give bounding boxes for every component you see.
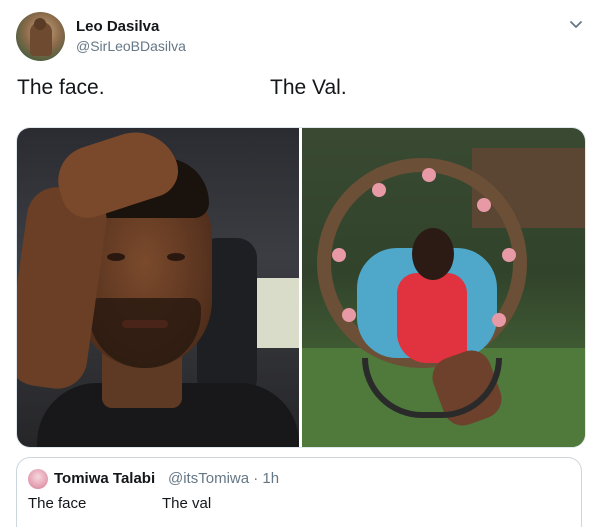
quoted-author-avatar[interactable] [28, 469, 48, 489]
dress [397, 273, 467, 363]
quoted-text-part2: The val [162, 495, 212, 512]
chevron-down-icon[interactable] [567, 16, 585, 34]
avatar-head [34, 18, 46, 30]
photo-right[interactable] [302, 128, 585, 447]
photo-left[interactable] [17, 128, 299, 447]
tweet-text-part1: The face. [17, 76, 105, 99]
flower [492, 313, 506, 327]
author-handle[interactable]: @SirLeoBDasilva [76, 38, 186, 54]
flower [477, 198, 491, 212]
tweet-text-part2: The Val. [270, 76, 347, 99]
flower [372, 183, 386, 197]
author-name[interactable]: Leo Dasilva [76, 18, 159, 35]
flower [332, 248, 346, 262]
quoted-author-name[interactable]: Tomiwa Talabi [54, 470, 155, 487]
tweet-media [16, 127, 586, 448]
quoted-text-part1: The face [28, 495, 87, 512]
flower [502, 248, 516, 262]
flower [422, 168, 436, 182]
quoted-author-meta[interactable]: @itsTomiwa · 1h [168, 470, 279, 487]
woman-head [412, 228, 454, 280]
quoted-tweet[interactable]: Tomiwa Talabi @itsTomiwa · 1h The face T… [16, 457, 582, 527]
tweet-card: Leo Dasilva @SirLeoBDasilva The face. Th… [0, 0, 602, 527]
flower [342, 308, 356, 322]
eye-right [167, 253, 185, 261]
mouth [122, 320, 168, 328]
author-avatar[interactable] [16, 12, 65, 61]
eye-left [107, 253, 125, 261]
